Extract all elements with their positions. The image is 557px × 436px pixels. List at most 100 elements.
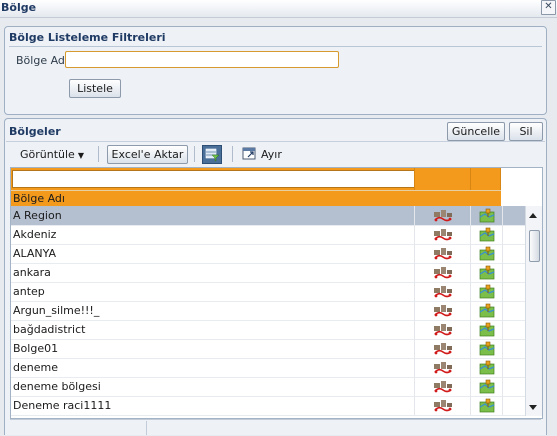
table-row[interactable]: Argun_silme!!!_ (11, 301, 525, 321)
region-name-cell: bağdadistrict (13, 323, 86, 336)
map-pin-icon[interactable] (479, 246, 495, 264)
map-pin-icon[interactable] (479, 303, 495, 321)
map-pin-icon[interactable] (479, 265, 495, 283)
detail-action-cell (470, 339, 503, 358)
detail-action-cell (470, 358, 503, 377)
divider (9, 46, 542, 47)
name-filter-input[interactable] (12, 170, 415, 188)
chevron-down-icon: ▼ (77, 151, 84, 160)
detach-icon[interactable] (242, 147, 257, 161)
window-title: Bölge (1, 1, 37, 14)
column-divider (500, 168, 501, 190)
region-name-cell: Argun_silme!!!_ (13, 304, 100, 317)
detail-action-cell (470, 244, 503, 263)
map-route-icon[interactable] (433, 208, 453, 226)
detail-action-cell (470, 225, 503, 244)
column-header-region-name[interactable]: Bölge Adı (13, 192, 65, 205)
map-route-icon[interactable] (433, 246, 453, 264)
region-name-cell: ankara (13, 266, 51, 279)
route-action-cell (414, 225, 471, 244)
filter-panel-title: Bölge Listeleme Filtreleri (9, 31, 166, 44)
table-footer (10, 419, 541, 436)
column-divider (470, 168, 471, 190)
map-route-icon[interactable] (433, 227, 453, 245)
route-action-cell (414, 339, 471, 358)
map-pin-icon[interactable] (479, 227, 495, 245)
detail-action-cell (470, 377, 503, 396)
toolbar-separator (98, 146, 99, 162)
route-action-cell (414, 282, 471, 301)
map-pin-icon[interactable] (479, 284, 495, 302)
table-row[interactable]: Bolge01 (11, 339, 525, 359)
region-name-cell: Akdeniz (13, 228, 57, 241)
delete-button[interactable]: Sil (509, 122, 543, 141)
map-route-icon[interactable] (433, 379, 453, 397)
map-route-icon[interactable] (433, 303, 453, 321)
view-menu[interactable]: Görüntüle ▼ (20, 148, 84, 161)
view-menu-label: Görüntüle (20, 148, 75, 161)
table-row[interactable]: A Region (11, 206, 525, 226)
detail-action-cell (470, 282, 503, 301)
region-name-cell: deneme bölgesi (13, 380, 101, 393)
scroll-down-icon[interactable] (529, 405, 537, 410)
table-filter-row (11, 168, 501, 190)
export-excel-button[interactable]: Excel'e Aktar (107, 145, 188, 164)
table-row[interactable]: ALANYA (11, 244, 525, 264)
map-pin-icon[interactable] (479, 208, 495, 226)
map-pin-icon[interactable] (479, 360, 495, 378)
regions-panel-title: Bölgeler (9, 125, 61, 138)
map-route-icon[interactable] (433, 398, 453, 416)
map-route-icon[interactable] (433, 265, 453, 283)
route-action-cell (414, 377, 471, 396)
map-route-icon[interactable] (433, 322, 453, 340)
map-route-icon[interactable] (433, 341, 453, 359)
scroll-up-icon[interactable] (529, 213, 537, 218)
table-row[interactable]: deneme (11, 358, 525, 378)
query-by-example-icon[interactable] (202, 145, 222, 164)
table-row[interactable]: bağdadistrict (11, 320, 525, 340)
route-action-cell (414, 244, 471, 263)
region-name-cell: A Region (13, 209, 62, 222)
route-action-cell (414, 396, 471, 415)
route-action-cell (414, 320, 471, 339)
table-header: Bölge Adı (11, 190, 501, 206)
region-name-cell: antep (13, 285, 45, 298)
detail-action-cell (470, 301, 503, 320)
grid-toolbar: Görüntüle ▼ Excel'e Aktar Ayır (6, 141, 545, 166)
list-button[interactable]: Listele (69, 79, 121, 98)
detail-action-cell (470, 263, 503, 282)
toolbar-separator (194, 146, 195, 162)
toolbar-separator (232, 146, 233, 162)
region-name-cell: Deneme raci1111 (13, 399, 112, 412)
route-action-cell (414, 301, 471, 320)
footer-divider (146, 421, 147, 435)
map-pin-icon[interactable] (479, 398, 495, 416)
table-row[interactable]: Deneme raci1111 (11, 396, 525, 416)
region-name-label: Bölge Adı (16, 54, 68, 67)
route-action-cell (414, 206, 471, 225)
update-button[interactable]: Güncelle (447, 122, 505, 141)
detail-action-cell (470, 320, 503, 339)
window-titlebar: Bölge ✕ (0, 0, 557, 18)
detail-action-cell (470, 206, 503, 225)
map-pin-icon[interactable] (479, 322, 495, 340)
detail-action-cell (470, 396, 503, 415)
table-row[interactable]: ankara (11, 263, 525, 283)
map-route-icon[interactable] (433, 360, 453, 378)
map-route-icon[interactable] (433, 284, 453, 302)
map-pin-icon[interactable] (479, 379, 495, 397)
close-icon[interactable]: ✕ (541, 0, 556, 15)
scroll-thumb[interactable] (529, 230, 540, 262)
map-pin-icon[interactable] (479, 341, 495, 359)
table-row[interactable]: antep (11, 282, 525, 302)
route-action-cell (414, 358, 471, 377)
region-name-cell: Bolge01 (13, 342, 59, 355)
table-row[interactable]: deneme bölgesi (11, 377, 525, 397)
table-row[interactable]: Akdeniz (11, 225, 525, 245)
filter-panel: Bölge Listeleme Filtreleri Bölge Adı Lis… (4, 26, 547, 115)
region-name-input[interactable] (65, 51, 339, 68)
regions-panel: Bölgeler Güncelle Sil Görüntüle ▼ Excel'e… (4, 118, 547, 435)
vertical-scrollbar[interactable] (525, 206, 542, 416)
detach-label[interactable]: Ayır (261, 148, 282, 161)
regions-table: Bölge Adı A Region Akdeniz ALANYA ankara ant… (10, 167, 543, 419)
